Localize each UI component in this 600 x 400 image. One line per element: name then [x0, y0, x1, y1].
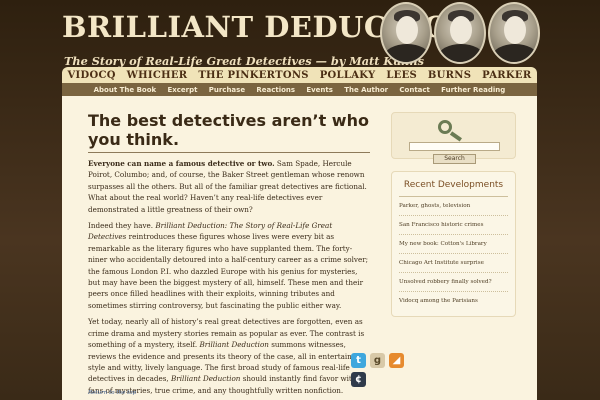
body-paragraph-3: Yet today, nearly all of history’s real …: [88, 316, 370, 396]
portrait-image: [434, 2, 486, 64]
cotton-icon[interactable]: ¢: [351, 372, 366, 387]
twitter-icon[interactable]: t: [351, 353, 366, 368]
page-headline: The best detectives aren’t who you think…: [88, 111, 370, 153]
intro-lead: Everyone can name a famous detective or …: [88, 159, 275, 168]
recent-developments-title: Recent Developments: [399, 180, 508, 197]
detective-portraits: [380, 2, 540, 66]
recent-developments: Recent Developments Parker, ghosts, tele…: [391, 171, 516, 317]
nav-about-the-book[interactable]: About The Book: [94, 86, 157, 94]
recent-item[interactable]: Unsolved robbery finally solved?: [399, 273, 508, 292]
social-links: t g ◢ ¢: [351, 353, 411, 393]
recent-item[interactable]: Chicago Art Institute surprise: [399, 254, 508, 273]
nav-pollaky[interactable]: POLLAKY: [320, 70, 376, 81]
masthead: BRILLIANT DEDUCTION The Story of Real-Li…: [62, 10, 476, 68]
nav-further-reading[interactable]: Further Reading: [441, 86, 505, 94]
nav-the-author[interactable]: The Author: [344, 86, 388, 94]
nav-whicher[interactable]: WHICHER: [127, 70, 188, 81]
magnifying-glass-icon: [438, 120, 462, 142]
nav-reactions[interactable]: Reactions: [256, 86, 295, 94]
nav-parker[interactable]: PARKER: [482, 70, 531, 81]
body-paragraph-2: Indeed they have. Brilliant Deduction: T…: [88, 220, 370, 311]
nav-events[interactable]: Events: [306, 86, 333, 94]
sidebar: Search Recent Developments Parker, ghost…: [391, 112, 516, 317]
nav-lees[interactable]: LEES: [386, 70, 417, 81]
nav-excerpt[interactable]: Excerpt: [167, 86, 197, 94]
recent-item[interactable]: San Francisco historic crimes: [399, 216, 508, 235]
recent-item[interactable]: My new book: Cotton's Library: [399, 235, 508, 254]
primary-nav: VIDOCQ WHICHER THE PINKERTONS POLLAKY LE…: [62, 67, 537, 83]
portrait-image: [380, 2, 432, 64]
para2-text-a: Indeed they have.: [88, 221, 156, 231]
secondary-nav: About The Book Excerpt Purchase Reaction…: [62, 83, 537, 96]
search-input[interactable]: [409, 142, 500, 151]
book-title: Brilliant Deduction: [171, 374, 241, 384]
search-widget: Search: [391, 112, 516, 164]
nav-vidocq[interactable]: VIDOCQ: [67, 70, 115, 81]
rss-icon[interactable]: ◢: [389, 353, 404, 368]
nav-the-pinkertons[interactable]: THE PINKERTONS: [198, 70, 309, 81]
main-content: The best detectives aren’t who you think…: [88, 111, 370, 396]
site-tagline: The Story of Real-Life Great Detectives …: [64, 54, 424, 68]
book-title: Brilliant Deduction: [199, 340, 269, 350]
para2-text-b: reintroduces these figures whose lives w…: [88, 232, 369, 310]
recent-item[interactable]: Vidocq among the Parisians: [399, 292, 508, 310]
recent-item[interactable]: Parker, ghosts, television: [399, 197, 508, 216]
nav-contact[interactable]: Contact: [399, 86, 430, 94]
nav-burns[interactable]: BURNS: [428, 70, 471, 81]
search-button[interactable]: Search: [433, 154, 476, 164]
nav-purchase[interactable]: Purchase: [209, 86, 245, 94]
portrait-image: [488, 2, 540, 64]
intro-paragraph: Everyone can name a famous detective or …: [88, 158, 370, 215]
goodreads-icon[interactable]: g: [370, 353, 385, 368]
return-to-top-link[interactable]: Return to the top: [88, 390, 136, 396]
content-panel: The best detectives aren’t who you think…: [62, 96, 537, 400]
